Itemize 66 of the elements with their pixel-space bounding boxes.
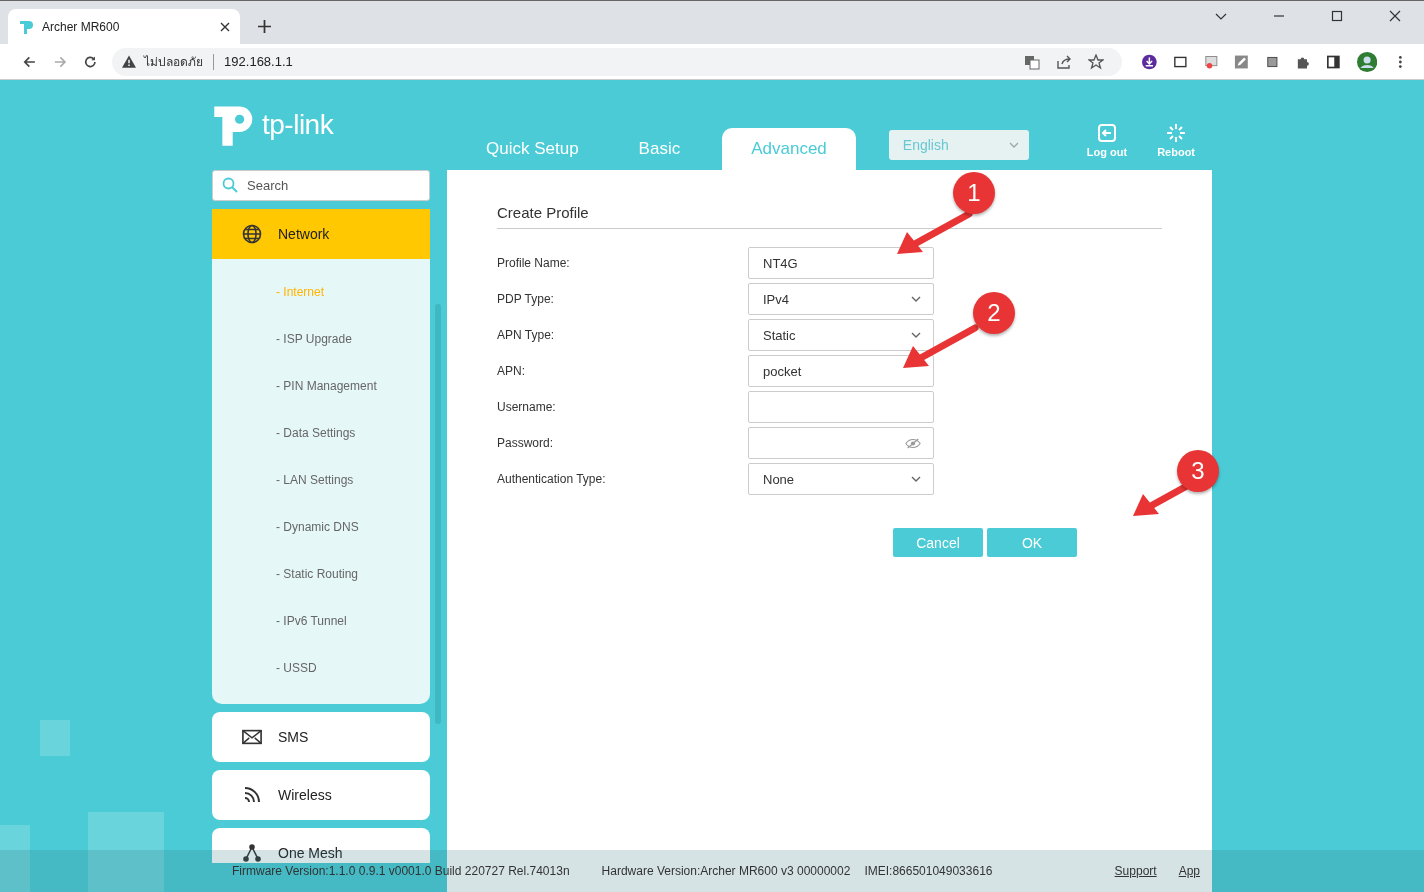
select-field[interactable]: IPv4 xyxy=(748,283,934,315)
maximize-icon[interactable] xyxy=(1331,9,1343,22)
field-label: Authentication Type: xyxy=(497,472,607,486)
field-label: PDP Type: xyxy=(497,292,555,306)
close-icon[interactable] xyxy=(220,21,230,32)
star-icon[interactable] xyxy=(1088,53,1105,70)
field-label: APN Type: xyxy=(497,328,556,342)
spinner-icon xyxy=(1166,123,1187,143)
background-square xyxy=(40,720,70,756)
eye-slash-icon[interactable] xyxy=(905,437,921,449)
field-label: Username: xyxy=(497,400,557,414)
input-field[interactable]: pocket xyxy=(748,355,934,387)
submenu-item[interactable]: - IPv6 Tunnel xyxy=(276,598,430,645)
submenu-item[interactable]: - Static Routing xyxy=(276,551,430,598)
submenu-item[interactable]: - PIN Management xyxy=(276,363,430,410)
chevron-down-icon xyxy=(911,296,921,302)
globe-icon xyxy=(242,224,262,244)
menu-item[interactable]: Network xyxy=(212,209,430,259)
chevron-down-icon xyxy=(911,476,921,482)
menu-item[interactable]: One Mesh xyxy=(212,828,430,863)
avatar-icon[interactable] xyxy=(1357,50,1378,73)
tab-title: Archer MR600 xyxy=(42,19,121,34)
browser-tab[interactable]: Archer MR600 xyxy=(8,9,240,44)
submenu-item[interactable]: - Dynamic DNS xyxy=(276,504,430,551)
password-field[interactable] xyxy=(748,427,934,459)
menu-item[interactable]: Wireless xyxy=(212,770,430,820)
wireless-icon xyxy=(242,785,262,805)
translate-icon[interactable] xyxy=(1024,53,1041,70)
footer-link[interactable]: Support xyxy=(1114,864,1157,878)
mesh-icon xyxy=(242,843,262,863)
submenu-item[interactable]: - USSD xyxy=(276,645,430,692)
footer-link[interactable]: App xyxy=(1178,864,1200,878)
download-icon[interactable] xyxy=(1142,53,1157,70)
menu-item[interactable]: SMS xyxy=(212,712,430,762)
chevron-down-icon xyxy=(1008,142,1019,148)
security-label: ไม่ปลอดภัย xyxy=(144,54,204,71)
submenu-item[interactable]: - LAN Settings xyxy=(276,457,430,504)
step-badge: 1 xyxy=(953,172,995,214)
input-field[interactable] xyxy=(748,391,934,423)
chevron-down-icon xyxy=(911,332,921,338)
step-badge: 3 xyxy=(1177,450,1219,492)
imei-text: IMEI:866501049033616 xyxy=(864,864,993,878)
hardware-version: Hardware Version:Archer MR600 v3 00000002 xyxy=(601,864,851,878)
submenu-item[interactable]: - Data Settings xyxy=(276,410,430,457)
step-badge: 2 xyxy=(973,292,1015,334)
field-label: Profile Name: xyxy=(497,256,571,270)
side-panel-icon[interactable] xyxy=(1326,53,1342,70)
new-tab-icon[interactable] xyxy=(258,20,271,33)
warning-icon xyxy=(122,55,137,68)
field-label: APN: xyxy=(497,364,526,378)
share-icon[interactable] xyxy=(1056,53,1073,70)
select-field[interactable]: Static xyxy=(748,319,934,351)
search-field[interactable]: Search xyxy=(212,170,430,201)
address-bar[interactable]: ไม่ปลอดภัย 192.168.1.1 xyxy=(112,47,1123,76)
input-field[interactable]: NT4G xyxy=(748,247,934,279)
envelope-icon xyxy=(242,727,262,747)
select-field[interactable]: None xyxy=(748,463,934,495)
logo-text: tp-link xyxy=(262,109,334,141)
edit-icon[interactable] xyxy=(1234,53,1249,70)
tp-link-favicon-icon xyxy=(18,18,34,35)
close-icon[interactable] xyxy=(1389,9,1401,22)
logout-icon xyxy=(1096,123,1117,143)
submenu-item[interactable]: - ISP Upgrade xyxy=(276,316,430,363)
field-label: Password: xyxy=(497,436,555,450)
search-icon xyxy=(222,177,238,193)
url-text: 192.168.1.1 xyxy=(224,54,293,69)
